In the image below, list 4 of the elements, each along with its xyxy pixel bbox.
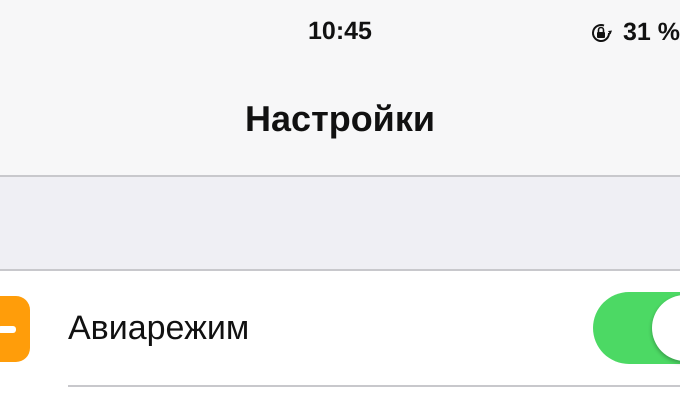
status-time: 10:45 — [308, 16, 372, 46]
row-label: Авиарежим — [68, 308, 250, 348]
battery-percent: 31 % — [623, 18, 680, 47]
nav-title: Настройки — [245, 98, 435, 140]
